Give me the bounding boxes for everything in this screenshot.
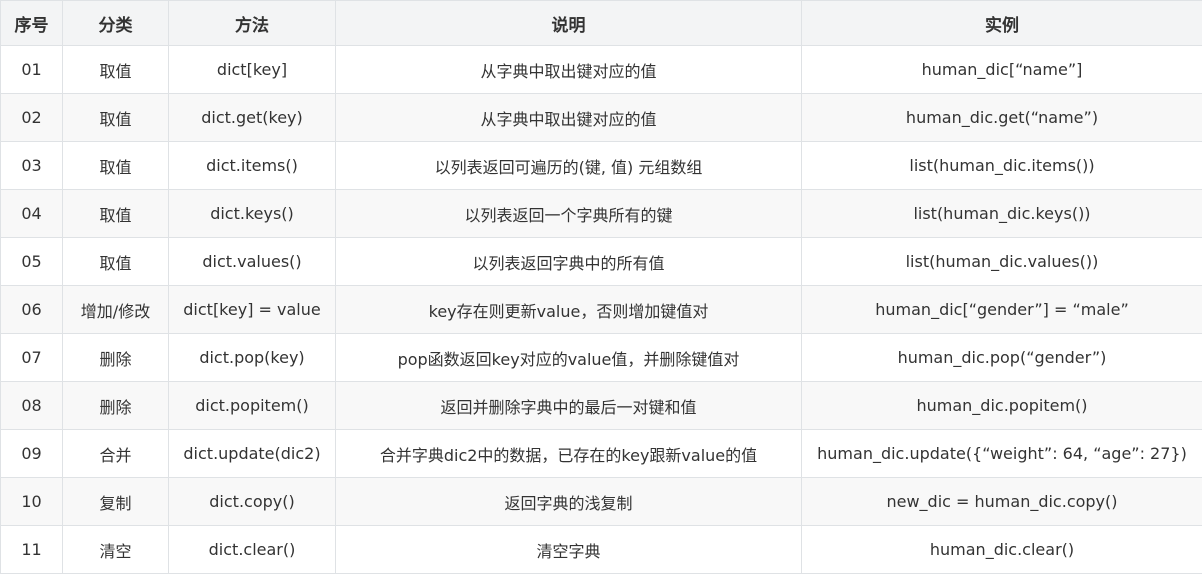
table-row: 01 取值 dict[key] 从字典中取出键对应的值 human_dic[“n… [1, 46, 1202, 94]
cell-method: dict[key] [169, 46, 336, 94]
cell-description: 返回并删除字典中的最后一对键和值 [336, 382, 802, 430]
cell-description: 合并字典dic2中的数据，已存在的key跟新value的值 [336, 430, 802, 478]
dict-methods-table: 序号 分类 方法 说明 实例 01 取值 dict[key] 从字典中取出键对应… [0, 0, 1202, 574]
cell-method: dict.items() [169, 142, 336, 190]
cell-method: dict.keys() [169, 190, 336, 238]
cell-example: human_dic.pop(“gender”) [802, 334, 1202, 382]
cell-category: 复制 [63, 478, 169, 526]
table-row: 04 取值 dict.keys() 以列表返回一个字典所有的键 list(hum… [1, 190, 1202, 238]
cell-example: human_dic.popitem() [802, 382, 1202, 430]
cell-example: human_dic.get(“name”) [802, 94, 1202, 142]
table-header: 序号 分类 方法 说明 实例 [1, 1, 1202, 46]
header-description: 说明 [336, 1, 802, 46]
table-row: 08 删除 dict.popitem() 返回并删除字典中的最后一对键和值 hu… [1, 382, 1202, 430]
header-row: 序号 分类 方法 说明 实例 [1, 1, 1202, 46]
cell-example: list(human_dic.items()) [802, 142, 1202, 190]
cell-method: dict.get(key) [169, 94, 336, 142]
cell-description: 从字典中取出键对应的值 [336, 46, 802, 94]
cell-description: 以列表返回一个字典所有的键 [336, 190, 802, 238]
cell-example: list(human_dic.keys()) [802, 190, 1202, 238]
header-example: 实例 [802, 1, 1202, 46]
cell-category: 取值 [63, 46, 169, 94]
cell-category: 取值 [63, 94, 169, 142]
table-row: 07 删除 dict.pop(key) pop函数返回key对应的value值，… [1, 334, 1202, 382]
table-row: 03 取值 dict.items() 以列表返回可遍历的(键, 值) 元组数组 … [1, 142, 1202, 190]
cell-description: 清空字典 [336, 526, 802, 574]
cell-example: human_dic.clear() [802, 526, 1202, 574]
cell-category: 删除 [63, 382, 169, 430]
cell-category: 取值 [63, 142, 169, 190]
cell-index: 11 [1, 526, 63, 574]
table-row: 10 复制 dict.copy() 返回字典的浅复制 new_dic = hum… [1, 478, 1202, 526]
cell-index: 02 [1, 94, 63, 142]
cell-method: dict.popitem() [169, 382, 336, 430]
cell-example: human_dic.update({“weight”: 64, “age”: 2… [802, 430, 1202, 478]
header-index: 序号 [1, 1, 63, 46]
table-row: 09 合并 dict.update(dic2) 合并字典dic2中的数据，已存在… [1, 430, 1202, 478]
cell-category: 增加/修改 [63, 286, 169, 334]
cell-example: human_dic[“name”] [802, 46, 1202, 94]
cell-example: human_dic[“gender”] = “male” [802, 286, 1202, 334]
table-row: 02 取值 dict.get(key) 从字典中取出键对应的值 human_di… [1, 94, 1202, 142]
cell-index: 08 [1, 382, 63, 430]
cell-example: list(human_dic.values()) [802, 238, 1202, 286]
cell-description: 以列表返回可遍历的(键, 值) 元组数组 [336, 142, 802, 190]
table-row: 05 取值 dict.values() 以列表返回字典中的所有值 list(hu… [1, 238, 1202, 286]
cell-index: 09 [1, 430, 63, 478]
cell-method: dict.values() [169, 238, 336, 286]
cell-method: dict.copy() [169, 478, 336, 526]
cell-description: key存在则更新value，否则增加键值对 [336, 286, 802, 334]
cell-description: 以列表返回字典中的所有值 [336, 238, 802, 286]
cell-index: 03 [1, 142, 63, 190]
cell-index: 07 [1, 334, 63, 382]
cell-index: 05 [1, 238, 63, 286]
cell-category: 合并 [63, 430, 169, 478]
cell-category: 取值 [63, 190, 169, 238]
cell-method: dict.pop(key) [169, 334, 336, 382]
cell-index: 10 [1, 478, 63, 526]
cell-index: 01 [1, 46, 63, 94]
table-body: 01 取值 dict[key] 从字典中取出键对应的值 human_dic[“n… [1, 46, 1202, 574]
cell-method: dict.clear() [169, 526, 336, 574]
header-category: 分类 [63, 1, 169, 46]
header-method: 方法 [169, 1, 336, 46]
cell-category: 清空 [63, 526, 169, 574]
cell-category: 删除 [63, 334, 169, 382]
cell-category: 取值 [63, 238, 169, 286]
cell-description: 返回字典的浅复制 [336, 478, 802, 526]
cell-index: 06 [1, 286, 63, 334]
table-row: 11 清空 dict.clear() 清空字典 human_dic.clear(… [1, 526, 1202, 574]
table-row: 06 增加/修改 dict[key] = value key存在则更新value… [1, 286, 1202, 334]
cell-example: new_dic = human_dic.copy() [802, 478, 1202, 526]
cell-method: dict[key] = value [169, 286, 336, 334]
cell-description: pop函数返回key对应的value值，并删除键值对 [336, 334, 802, 382]
cell-description: 从字典中取出键对应的值 [336, 94, 802, 142]
cell-index: 04 [1, 190, 63, 238]
cell-method: dict.update(dic2) [169, 430, 336, 478]
